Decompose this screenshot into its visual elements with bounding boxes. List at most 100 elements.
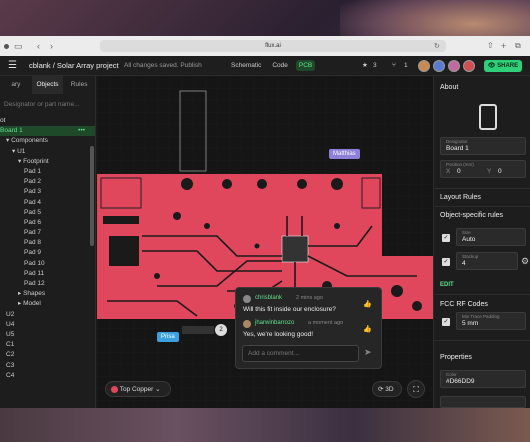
- comment-thread: chrisblank 2 mins ago Will this fit insi…: [235, 287, 382, 369]
- tree-item[interactable]: ▸ Model: [0, 299, 95, 309]
- avatar[interactable]: [463, 60, 475, 72]
- tree-item[interactable]: ot: [0, 116, 95, 126]
- size-field[interactable]: Size Auto: [456, 228, 526, 246]
- tree-item[interactable]: ▾ Components: [0, 136, 95, 146]
- tree-item[interactable]: C4: [0, 371, 95, 381]
- size-label: Size: [462, 230, 471, 235]
- new-tab-icon[interactable]: +: [501, 41, 506, 51]
- 3d-toggle-button[interactable]: ⟳ 3D: [372, 381, 402, 397]
- tree-item[interactable]: ▾ Footprint: [0, 157, 95, 167]
- star-icon[interactable]: ★: [362, 56, 368, 76]
- tree-item[interactable]: Pad 2: [0, 177, 95, 187]
- tree-item[interactable]: Pad 8: [0, 238, 95, 248]
- edit-rules-button[interactable]: EDIT: [440, 282, 454, 288]
- color-field[interactable]: Color #D66DD9: [440, 370, 526, 388]
- size-checkbox[interactable]: ✓: [442, 234, 450, 242]
- tree-item-label: Pad 11: [24, 269, 45, 277]
- tree-item[interactable]: ▸ Shapes: [0, 289, 95, 299]
- tree-item[interactable]: Pad 5: [0, 208, 95, 218]
- project-title[interactable]: cblank / Solar Array project: [29, 56, 119, 76]
- tree-item[interactable]: Pad 10: [0, 259, 95, 269]
- layer-label: Top Copper: [119, 386, 154, 393]
- avatar[interactable]: [448, 60, 460, 72]
- tree-item[interactable]: Pad 11: [0, 269, 95, 279]
- tree-item-label: Pad 12: [24, 280, 45, 287]
- pos-x-label: X: [446, 168, 451, 175]
- properties-title: Properties: [440, 354, 472, 361]
- address-bar[interactable]: flux.ai: [100, 40, 446, 52]
- more-icon[interactable]: •••: [78, 126, 85, 136]
- tab-rules[interactable]: Rules: [63, 76, 95, 94]
- divider: [434, 188, 530, 189]
- comment-text: Will this fit inside our enclosure?: [243, 306, 336, 313]
- tree-item[interactable]: U2: [0, 310, 95, 320]
- tree-item-label: Pad 1: [24, 167, 41, 175]
- tree-item-label: C3: [6, 361, 15, 369]
- property-field[interactable]: [440, 396, 526, 408]
- tree-item[interactable]: Pad 6: [0, 218, 95, 228]
- sidebar-toggle-icon[interactable]: ▭: [14, 41, 23, 52]
- tree-item[interactable]: Pad 12: [0, 279, 95, 289]
- gear-icon[interactable]: ⚙: [521, 256, 529, 267]
- forward-icon[interactable]: ›: [50, 41, 53, 51]
- divider: [434, 294, 530, 295]
- stackup-checkbox[interactable]: ✓: [442, 258, 450, 266]
- tree-item-label: Pad 7: [24, 229, 41, 237]
- tab-library[interactable]: ary: [0, 76, 32, 94]
- tree-item[interactable]: Pad 4: [0, 198, 95, 208]
- tree-item[interactable]: U5: [0, 330, 95, 340]
- tree-item[interactable]: ▾ U1: [0, 147, 95, 157]
- fcc-title: FCC RF Codes: [440, 301, 488, 308]
- tab-pcb[interactable]: PCB: [295, 60, 316, 71]
- browser-window: ▭ ‹ › flux.ai ↻ ⇧ + ⧉ ☰ cblank / Solar A…: [0, 36, 530, 408]
- tree-item[interactable]: C1: [0, 340, 95, 350]
- tree-item[interactable]: C3: [0, 361, 95, 371]
- tree-item-label: U4: [6, 320, 15, 328]
- comment-pin[interactable]: 2: [215, 324, 227, 336]
- app-header: ☰ cblank / Solar Array project All chang…: [0, 56, 530, 76]
- designator-field[interactable]: Designator Board 1: [440, 137, 526, 155]
- thumbs-up-icon[interactable]: 👍: [363, 325, 372, 333]
- tree-item-label: Pad 6: [24, 218, 41, 226]
- color-value: #D66DD9: [446, 378, 475, 385]
- tab-code[interactable]: Code: [269, 56, 291, 76]
- back-icon[interactable]: ‹: [37, 41, 40, 51]
- tabs-overview-icon[interactable]: ⧉: [515, 41, 521, 51]
- tree-item[interactable]: U4: [0, 320, 95, 330]
- tree-item[interactable]: Pad 7: [0, 228, 95, 238]
- layer-selector[interactable]: Top Copper ⌄: [105, 381, 171, 397]
- avatar[interactable]: [433, 60, 445, 72]
- window-dot[interactable]: [4, 44, 9, 49]
- position-field[interactable]: Position (mm) X 0 Y 0: [440, 160, 526, 178]
- comment-author[interactable]: jharwinbarrozo: [255, 320, 294, 326]
- save-status[interactable]: All changes saved. Publish: [124, 56, 202, 76]
- tab-schematic[interactable]: Schematic: [228, 56, 264, 76]
- browser-chrome: ▭ ‹ › flux.ai ↻ ⇧ + ⧉: [0, 36, 530, 56]
- hamburger-icon[interactable]: ☰: [8, 56, 17, 76]
- comment-input[interactable]: Add a comment...: [242, 345, 359, 362]
- tree-item[interactable]: Pad 1: [0, 167, 95, 177]
- trace-checkbox[interactable]: ✓: [442, 318, 450, 326]
- tree-item[interactable]: C2: [0, 350, 95, 360]
- tree-item[interactable]: Pad 3: [0, 187, 95, 197]
- layer-color-swatch: [111, 385, 118, 393]
- send-icon[interactable]: ➤: [364, 347, 372, 358]
- comment-text: Yes, we're looking good!: [243, 331, 314, 338]
- fork-icon[interactable]: ⑂: [392, 56, 396, 76]
- left-tabs: ary Objects Rules: [0, 76, 95, 94]
- thumbs-up-icon[interactable]: 👍: [363, 300, 372, 308]
- tree-item[interactable]: Board 1 •••: [0, 126, 95, 137]
- reload-icon[interactable]: ↻: [434, 42, 440, 50]
- share-button[interactable]: 👁 SHARE: [484, 60, 522, 72]
- search-input[interactable]: Designator or part name...: [2, 98, 93, 112]
- tab-objects[interactable]: Objects: [31, 76, 64, 94]
- trace-padding-field[interactable]: Min Trace Padding 5 mm: [456, 312, 526, 330]
- share-page-icon[interactable]: ⇧: [487, 41, 494, 50]
- avatar[interactable]: [418, 60, 430, 72]
- tree-item[interactable]: Pad 9: [0, 248, 95, 258]
- tree-item-label: U2: [6, 310, 15, 318]
- fullscreen-icon[interactable]: ⛶: [407, 380, 425, 398]
- scrollbar[interactable]: [90, 146, 94, 246]
- stackup-field[interactable]: Stackup 4: [456, 252, 518, 270]
- comment-author[interactable]: chrisblank: [255, 295, 282, 301]
